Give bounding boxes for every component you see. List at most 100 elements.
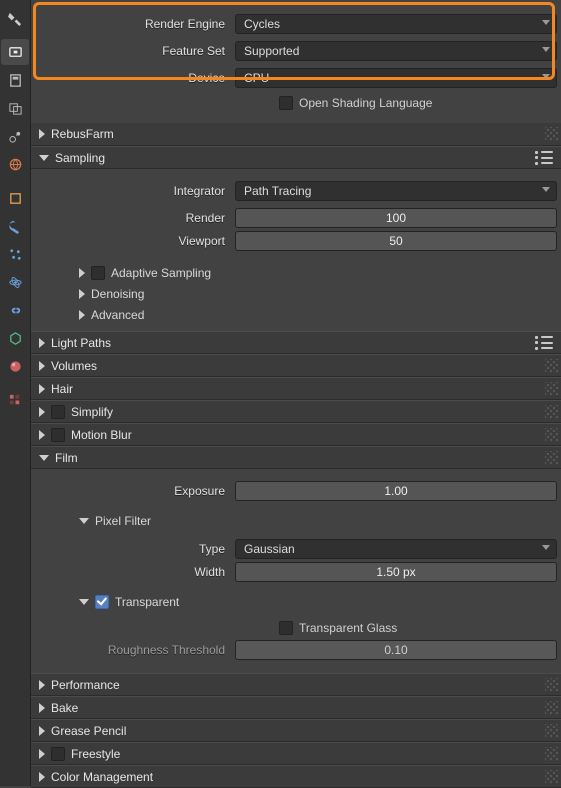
disclosure-icon bbox=[39, 726, 45, 736]
tab-render-icon[interactable] bbox=[1, 39, 29, 65]
transparent-glass-label: Transparent Glass bbox=[299, 621, 397, 635]
simplify-checkbox[interactable] bbox=[51, 405, 65, 419]
feature-set-label: Feature Set bbox=[35, 44, 235, 58]
sub-advanced[interactable]: Advanced bbox=[31, 304, 561, 325]
panel-freestyle[interactable]: Freestyle bbox=[31, 742, 561, 765]
filter-type-row: Type Gaussian bbox=[31, 537, 561, 560]
panel-drag-icon[interactable] bbox=[545, 701, 559, 715]
panel-film[interactable]: Film bbox=[31, 446, 561, 469]
panel-light-paths[interactable]: Light Paths bbox=[31, 331, 561, 354]
panel-presets-icon[interactable] bbox=[535, 336, 553, 350]
panel-drag-icon[interactable] bbox=[545, 382, 559, 396]
sub-pixel-filter[interactable]: Pixel Filter bbox=[31, 510, 561, 531]
tab-texture-icon[interactable] bbox=[1, 387, 29, 413]
roughness-threshold-row: Roughness Threshold 0.10 bbox=[31, 638, 561, 661]
disclosure-icon bbox=[79, 268, 85, 278]
panel-volumes-title: Volumes bbox=[51, 359, 97, 373]
tab-modifier-icon[interactable] bbox=[1, 213, 29, 239]
panel-color-management-title: Color Management bbox=[51, 770, 153, 784]
tab-particle-icon[interactable] bbox=[1, 241, 29, 267]
tab-object-icon[interactable] bbox=[1, 185, 29, 211]
panel-drag-icon[interactable] bbox=[545, 770, 559, 784]
feature-set-select[interactable]: Supported bbox=[235, 41, 557, 61]
panel-sampling-title: Sampling bbox=[55, 151, 105, 165]
viewport-samples-row: Viewport 50 bbox=[31, 229, 561, 252]
disclosure-icon bbox=[39, 384, 45, 394]
panel-rebusfarm[interactable]: RebusFarm bbox=[31, 123, 561, 146]
disclosure-icon bbox=[79, 310, 85, 320]
advanced-label: Advanced bbox=[91, 308, 144, 322]
panel-hair[interactable]: Hair bbox=[31, 377, 561, 400]
sub-denoising[interactable]: Denoising bbox=[31, 283, 561, 304]
tab-viewlayer-icon[interactable] bbox=[1, 95, 29, 121]
exposure-field[interactable]: 1.00 bbox=[235, 481, 557, 501]
tab-scene-icon[interactable] bbox=[1, 123, 29, 149]
viewport-samples-label: Viewport bbox=[35, 234, 235, 248]
entity-checkbox[interactable] bbox=[279, 621, 293, 635]
integrator-value: Path Tracing bbox=[244, 184, 311, 198]
tab-constraint-icon[interactable] bbox=[1, 297, 29, 323]
panel-hair-title: Hair bbox=[51, 382, 73, 396]
feature-set-row: Feature Set Supported bbox=[31, 39, 561, 62]
adaptive-sampling-label: Adaptive Sampling bbox=[111, 266, 211, 280]
render-samples-field[interactable]: 100 bbox=[235, 208, 557, 228]
panel-performance[interactable]: Performance bbox=[31, 673, 561, 696]
transparent-label: Transparent bbox=[115, 595, 179, 609]
pixel-filter-label: Pixel Filter bbox=[95, 514, 151, 528]
tab-physics-icon[interactable] bbox=[1, 269, 29, 295]
denoising-label: Denoising bbox=[91, 287, 144, 301]
tab-output-icon[interactable] bbox=[1, 67, 29, 93]
panel-film-title: Film bbox=[55, 451, 78, 465]
disclosure-icon bbox=[39, 703, 45, 713]
panel-bake-title: Bake bbox=[51, 701, 78, 715]
freestyle-checkbox[interactable] bbox=[51, 747, 65, 761]
disclosure-icon bbox=[39, 361, 45, 371]
sub-adaptive-sampling[interactable]: Adaptive Sampling bbox=[31, 262, 561, 283]
tab-world-icon[interactable] bbox=[1, 151, 29, 177]
panel-freestyle-title: Freestyle bbox=[71, 747, 120, 761]
tab-mesh-icon[interactable] bbox=[1, 325, 29, 351]
disclosure-icon bbox=[39, 749, 45, 759]
motion-blur-checkbox[interactable] bbox=[51, 428, 65, 442]
filter-width-field[interactable]: 1.50 px bbox=[235, 562, 557, 582]
panel-drag-icon[interactable] bbox=[545, 405, 559, 419]
panel-volumes[interactable]: Volumes bbox=[31, 354, 561, 377]
render-engine-select[interactable]: Cycles bbox=[235, 14, 557, 34]
tab-tool-icon[interactable] bbox=[1, 5, 29, 31]
filter-type-select[interactable]: Gaussian bbox=[235, 539, 557, 559]
panel-motion-blur[interactable]: Motion Blur bbox=[31, 423, 561, 446]
panel-drag-icon[interactable] bbox=[545, 428, 559, 442]
viewport-samples-field[interactable]: 50 bbox=[235, 231, 557, 251]
disclosure-icon bbox=[39, 338, 45, 348]
feature-set-value: Supported bbox=[244, 44, 299, 58]
panel-presets-icon[interactable] bbox=[535, 151, 553, 165]
render-samples-row: Render 100 bbox=[31, 206, 561, 229]
panel-simplify[interactable]: Simplify bbox=[31, 400, 561, 423]
device-value: CPU bbox=[244, 71, 269, 85]
device-select[interactable]: CPU bbox=[235, 68, 557, 88]
panel-drag-icon[interactable] bbox=[545, 451, 559, 465]
transparent-checkbox[interactable] bbox=[95, 595, 109, 609]
panel-sampling-body: Integrator Path Tracing Render 100 Viewp… bbox=[31, 169, 561, 331]
panel-grease-pencil[interactable]: Grease Pencil bbox=[31, 719, 561, 742]
disclosure-icon bbox=[79, 599, 89, 605]
render-samples-label: Render bbox=[35, 211, 235, 225]
panel-drag-icon[interactable] bbox=[545, 724, 559, 738]
integrator-select[interactable]: Path Tracing bbox=[235, 181, 557, 201]
tab-material-icon[interactable] bbox=[1, 353, 29, 379]
disclosure-icon bbox=[39, 430, 45, 440]
panel-drag-icon[interactable] bbox=[545, 747, 559, 761]
sub-transparent[interactable]: Transparent bbox=[31, 591, 561, 612]
panel-drag-icon[interactable] bbox=[545, 678, 559, 692]
disclosure-icon bbox=[39, 772, 45, 782]
panel-sampling[interactable]: Sampling bbox=[31, 146, 561, 169]
roughness-threshold-field[interactable]: 0.10 bbox=[235, 640, 557, 660]
device-label: Device bbox=[35, 71, 235, 85]
panel-drag-icon[interactable] bbox=[545, 127, 559, 141]
panel-bake[interactable]: Bake bbox=[31, 696, 561, 719]
panel-light-paths-title: Light Paths bbox=[51, 336, 111, 350]
adaptive-sampling-checkbox[interactable] bbox=[91, 266, 105, 280]
osl-checkbox[interactable] bbox=[279, 96, 293, 110]
panel-color-management[interactable]: Color Management bbox=[31, 765, 561, 788]
panel-drag-icon[interactable] bbox=[545, 359, 559, 373]
